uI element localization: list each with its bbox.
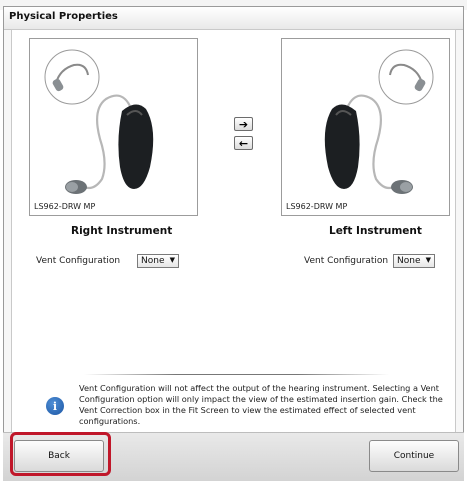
chevron-down-icon: ▼ [425,256,431,264]
left-vent-value: None [397,256,421,266]
hearing-aid-left-picture [324,49,434,194]
left-instrument-label: Left Instrument [329,225,422,237]
left-instrument-image: LS962-DRW MP [281,38,450,216]
right-model-name: LS962-DRW MP [34,202,96,211]
continue-button-label: Continue [393,451,435,461]
info-icon: i [46,397,64,415]
right-instrument-label: Right Instrument [71,225,173,237]
right-vent-label: Vent Configuration [36,256,121,266]
arrow-right-icon: ➔ [238,117,249,131]
copy-left-to-right-button[interactable]: ← [234,136,253,150]
left-vent-select[interactable]: None ▼ [393,254,435,268]
chevron-down-icon: ▼ [169,256,175,264]
right-vent-select[interactable]: None ▼ [137,254,179,268]
left-vent-label: Vent Configuration [304,256,389,266]
right-vent-value: None [141,256,165,266]
dialog-titlebar: Physical Properties [4,7,463,30]
right-instrument-image: LS962-DRW MP [29,38,198,216]
dialog-content: LS962-DRW MP ➔ ← LS962-DRW MP Right Inst… [11,29,456,437]
divider [84,374,389,375]
hearing-aid-right-picture [44,49,154,194]
physical-properties-dialog: Physical Properties LS962-DRW MP ➔ ← LS9… [3,6,464,480]
left-model-name: LS962-DRW MP [286,202,348,211]
arrow-left-icon: ← [238,136,249,150]
info-message: Vent Configuration will not affect the o… [79,383,443,426]
continue-button[interactable]: Continue [369,440,459,472]
back-button-highlight [10,432,111,476]
dialog-title: Physical Properties [9,11,118,22]
copy-right-to-left-button[interactable]: ➔ [234,117,253,131]
